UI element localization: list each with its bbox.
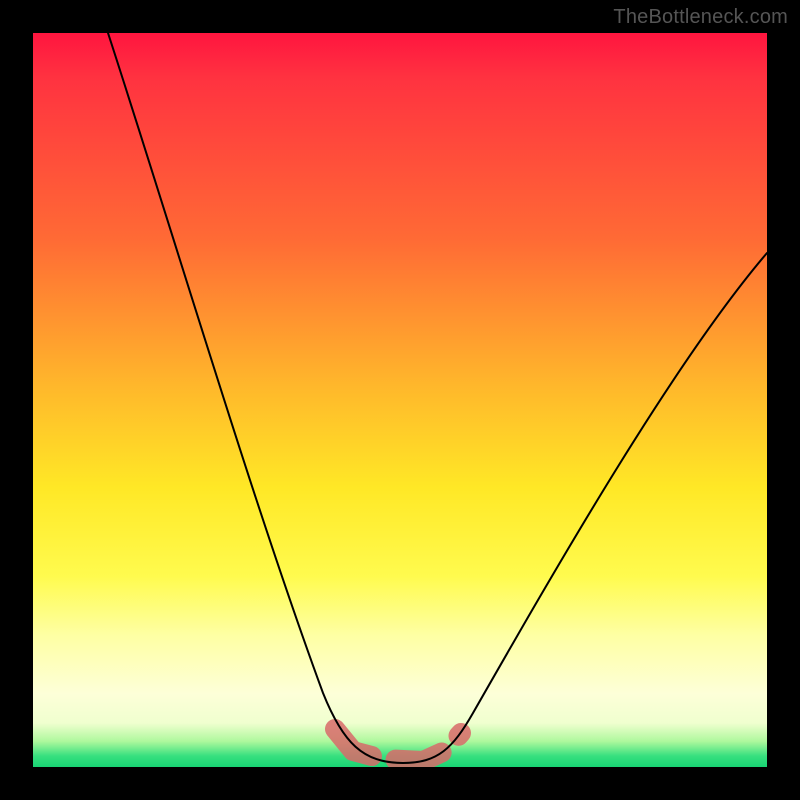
plot-area bbox=[33, 33, 767, 767]
chart-frame: TheBottleneck.com bbox=[0, 0, 800, 800]
watermark-text: TheBottleneck.com bbox=[613, 6, 788, 29]
bottleneck-curve bbox=[108, 33, 767, 763]
chart-svg bbox=[33, 33, 767, 767]
